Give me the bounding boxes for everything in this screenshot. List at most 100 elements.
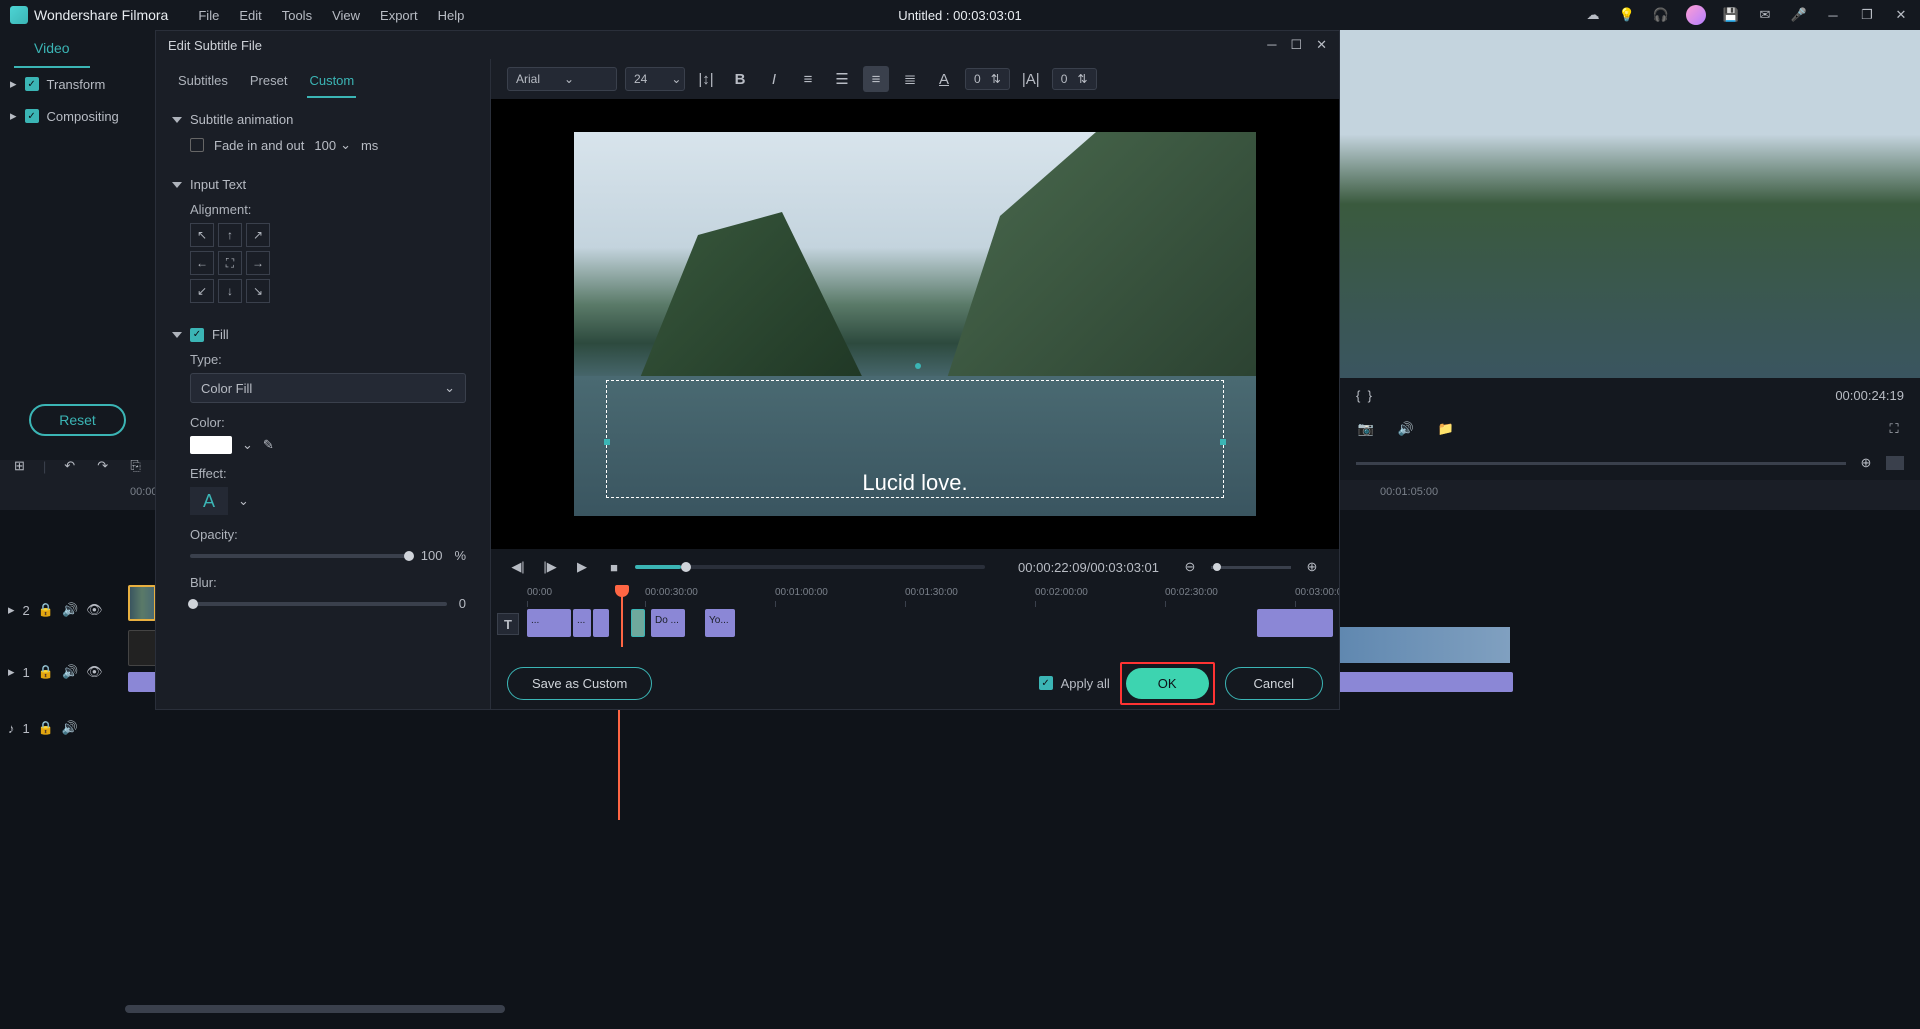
speaker-icon[interactable]: 🔊	[62, 720, 78, 736]
sub-clip[interactable]: Do ...	[651, 609, 685, 637]
save-icon[interactable]: 💾	[1722, 6, 1740, 24]
align-justify-button[interactable]: ≣	[897, 66, 923, 92]
letter-spacing-icon[interactable]: |A|	[1018, 66, 1044, 92]
align-mr[interactable]: →	[246, 251, 270, 275]
avatar[interactable]	[1686, 5, 1706, 25]
apply-all-checkbox[interactable]: ✓	[1039, 676, 1053, 690]
minimize-icon[interactable]: ─	[1824, 6, 1842, 24]
camera-icon[interactable]: 📷	[1356, 419, 1376, 439]
align-left-button[interactable]: ≡	[795, 66, 821, 92]
sidebar-item-compositing[interactable]: ▸ ✓ Compositing	[0, 100, 155, 132]
fullscreen-icon[interactable]: ⛶	[1884, 419, 1904, 439]
undo-icon[interactable]: ↶	[60, 456, 79, 476]
mail-icon[interactable]: ✉	[1756, 6, 1774, 24]
zoom-out-icon[interactable]: ⊖	[1179, 556, 1201, 578]
grid-icon[interactable]: ⊞	[10, 456, 29, 476]
folder-icon[interactable]: 📁	[1436, 419, 1456, 439]
save-custom-button[interactable]: Save as Custom	[507, 667, 652, 700]
lock-icon[interactable]: 🔒	[38, 720, 54, 736]
video-track-icon[interactable]: ▸	[8, 664, 15, 680]
align-tl[interactable]: ↖	[190, 223, 214, 247]
zoom-slider[interactable]	[1356, 462, 1846, 465]
spacing1-input[interactable]: 0⇅	[965, 68, 1010, 90]
eyedropper-icon[interactable]: ✎	[263, 437, 274, 453]
align-bl[interactable]: ↙	[190, 279, 214, 303]
tab-preset[interactable]: Preset	[248, 67, 290, 98]
lightbulb-icon[interactable]: 💡	[1618, 6, 1636, 24]
menu-file[interactable]: File	[198, 8, 219, 23]
text-color-button[interactable]: A	[931, 66, 957, 92]
menu-export[interactable]: Export	[380, 8, 418, 23]
subtitle-text[interactable]: Lucid love.	[862, 470, 967, 496]
maximize-icon[interactable]: ❐	[1858, 6, 1876, 24]
crop-icon[interactable]: ⎘	[126, 456, 145, 476]
preview-canvas[interactable]: Lucid love.	[491, 99, 1339, 549]
align-tr[interactable]: ↗	[246, 223, 270, 247]
spacing2-input[interactable]: 0⇅	[1052, 68, 1097, 90]
tab-custom[interactable]: Custom	[307, 67, 356, 98]
fade-checkbox[interactable]	[190, 138, 204, 152]
align-tc[interactable]: ↑	[218, 223, 242, 247]
eye-icon[interactable]: 👁	[86, 602, 103, 618]
section-fill[interactable]: ✓ Fill	[172, 321, 474, 348]
sub-clip[interactable]: Yo...	[705, 609, 735, 637]
audio-track-icon[interactable]: ♪	[8, 721, 15, 736]
menu-help[interactable]: Help	[438, 8, 465, 23]
text-clip[interactable]	[128, 585, 156, 621]
next-frame-icon[interactable]: |▶	[539, 556, 561, 578]
fontsize-select[interactable]: 24⌄	[625, 67, 685, 91]
lock-icon[interactable]: 🔒	[38, 602, 54, 618]
cloud-icon[interactable]: ☁	[1584, 6, 1602, 24]
align-right-button[interactable]: ≡	[863, 66, 889, 92]
mic-icon[interactable]: 🎤	[1790, 6, 1808, 24]
color-swatch[interactable]	[190, 436, 232, 454]
char-spacing-icon[interactable]: |↕|	[693, 66, 719, 92]
chevron-down-icon[interactable]: ⌄	[340, 137, 351, 153]
font-select[interactable]: Arial⌄	[507, 67, 617, 91]
fade-duration[interactable]: 100	[314, 138, 336, 153]
sub-clip[interactable]	[593, 609, 609, 637]
section-animation[interactable]: Subtitle animation	[172, 106, 474, 133]
lock-icon[interactable]: 🔒	[38, 664, 54, 680]
align-mc[interactable]: ⛶	[218, 251, 242, 275]
opacity-slider[interactable]	[190, 554, 409, 558]
modal-close-icon[interactable]: ✕	[1316, 37, 1327, 53]
fit-icon[interactable]	[1886, 456, 1904, 470]
speaker-icon[interactable]: 🔊	[1396, 419, 1416, 439]
italic-button[interactable]: I	[761, 66, 787, 92]
headset-icon[interactable]: 🎧	[1652, 6, 1670, 24]
close-icon[interactable]: ✕	[1892, 6, 1910, 24]
video-track-icon[interactable]: ▸	[8, 602, 15, 618]
reset-button[interactable]: Reset	[29, 404, 126, 436]
sub-clip[interactable]: ...	[573, 609, 591, 637]
fill-type-select[interactable]: Color Fill ⌄	[190, 373, 466, 403]
tab-video[interactable]: Video	[14, 30, 90, 68]
video-clip-2[interactable]	[1340, 627, 1510, 663]
zoom-slider[interactable]	[1211, 566, 1291, 569]
video-clip-1[interactable]	[128, 630, 158, 666]
zoom-in-icon[interactable]: ⊕	[1856, 453, 1876, 473]
zoom-in-icon[interactable]: ⊕	[1301, 556, 1323, 578]
subtitle-ruler[interactable]: 00:00 00:00:30:00 00:01:00:00 00:01:30:0…	[507, 587, 1323, 609]
speaker-icon[interactable]: 🔊	[62, 664, 78, 680]
sub-clip-selected[interactable]	[631, 609, 645, 637]
speaker-icon[interactable]: 🔊	[62, 602, 78, 618]
modal-minimize-icon[interactable]: ─	[1267, 37, 1276, 53]
ok-button[interactable]: OK	[1126, 668, 1209, 699]
align-br[interactable]: ↘	[246, 279, 270, 303]
sub-clip[interactable]	[1257, 609, 1333, 637]
tab-subtitles[interactable]: Subtitles	[176, 67, 230, 98]
cancel-button[interactable]: Cancel	[1225, 667, 1323, 700]
sub-clip[interactable]: ...	[527, 609, 571, 637]
section-input-text[interactable]: Input Text	[172, 171, 474, 198]
chevron-down-icon[interactable]: ⌄	[238, 493, 249, 509]
menu-tools[interactable]: Tools	[282, 8, 312, 23]
fill-checkbox[interactable]: ✓	[190, 328, 204, 342]
playback-slider[interactable]	[635, 565, 985, 569]
chevron-down-icon[interactable]: ⌄	[242, 437, 253, 453]
eye-icon[interactable]: 👁	[86, 664, 103, 680]
align-ml[interactable]: ←	[190, 251, 214, 275]
align-center-button[interactable]: ☰	[829, 66, 855, 92]
menu-edit[interactable]: Edit	[239, 8, 261, 23]
timeline-scrollbar[interactable]	[125, 1005, 505, 1013]
